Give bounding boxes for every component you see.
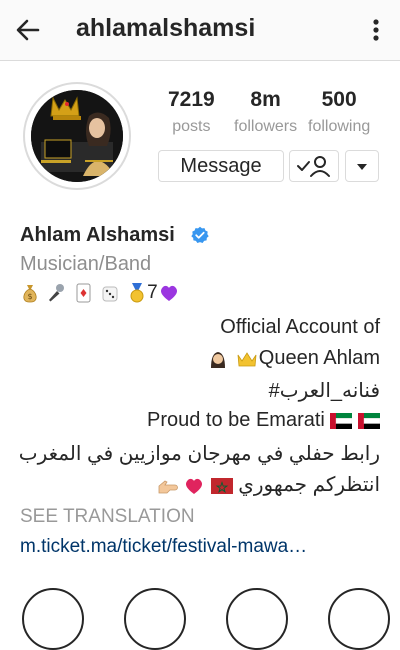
back-arrow-icon[interactable]	[12, 14, 44, 46]
profile-website-link[interactable]: m.ticket.ma/ticket/festival-mawa…	[20, 536, 307, 558]
avatar-image	[31, 90, 123, 182]
profile-category: Musician/Band	[20, 253, 152, 275]
bio-number: 7	[147, 282, 158, 304]
woman-emoji-icon	[211, 351, 226, 368]
microphone-icon	[49, 284, 65, 302]
more-options-icon[interactable]	[362, 14, 390, 46]
profile-name: Ahlam Alshamsi	[20, 224, 175, 246]
bio-line-official: Official Account of	[220, 316, 380, 338]
bio-line-mawazine: رابط حفلي في مهرجان موازيين في المغرب	[18, 443, 380, 465]
story-highlight[interactable]	[226, 588, 288, 650]
uae-flag-icon	[330, 412, 353, 429]
purple-heart-icon	[160, 285, 177, 301]
playing-card-icon	[76, 283, 91, 303]
following-label: following	[308, 118, 371, 135]
see-translation-link[interactable]: SEE TRANSLATION	[20, 506, 195, 528]
message-button[interactable]: Message	[158, 150, 284, 182]
verified-badge-icon	[191, 226, 209, 243]
medal-icon	[130, 283, 144, 303]
followers-count[interactable]: 8m followers	[234, 88, 297, 136]
money-bag-icon: $	[23, 285, 37, 303]
dropdown-button[interactable]	[345, 150, 379, 182]
bio-emoji-line: $ 7	[20, 282, 180, 304]
following-value: 500	[321, 88, 357, 111]
posts-value: 7219	[168, 88, 215, 111]
story-highlights-row	[0, 588, 400, 650]
top-bar: ahlamalshamsi	[0, 0, 400, 61]
bio-audience-text: انتظركم جمهوري	[238, 474, 380, 496]
posts-count[interactable]: 7219 posts	[168, 88, 215, 136]
followers-label: followers	[234, 118, 298, 135]
followers-value: 8m	[250, 88, 281, 111]
avatar[interactable]	[23, 82, 131, 190]
story-highlight[interactable]	[124, 588, 186, 650]
red-heart-icon	[186, 478, 203, 494]
morocco-flag-icon	[210, 477, 233, 494]
profile-username: ahlamalshamsi	[76, 14, 256, 42]
svg-text:$: $	[27, 292, 32, 301]
posts-label: posts	[172, 118, 211, 135]
story-highlight[interactable]	[328, 588, 390, 650]
bio-line-queen: Queen Ahlam	[207, 347, 380, 370]
caret-down-icon	[357, 164, 367, 170]
crown-icon	[237, 351, 257, 367]
bio-emarati-text: Proud to be Emarati	[147, 409, 325, 431]
pointing-hand-icon	[158, 480, 178, 494]
bio-line-hashtag[interactable]: #فنانه_العرب	[269, 378, 380, 403]
following-person-check-icon	[297, 156, 330, 177]
uae-flag-icon	[358, 412, 381, 429]
following-count[interactable]: 500 following	[308, 88, 370, 136]
bio-line-audience: انتظركم جمهوري	[154, 472, 380, 497]
dice-icon	[102, 286, 118, 302]
following-button[interactable]	[289, 150, 339, 182]
bio-queen-text: Queen Ahlam	[258, 347, 380, 369]
bio-line-emarati: Proud to be Emarati	[147, 409, 381, 432]
story-highlight[interactable]	[22, 588, 84, 650]
